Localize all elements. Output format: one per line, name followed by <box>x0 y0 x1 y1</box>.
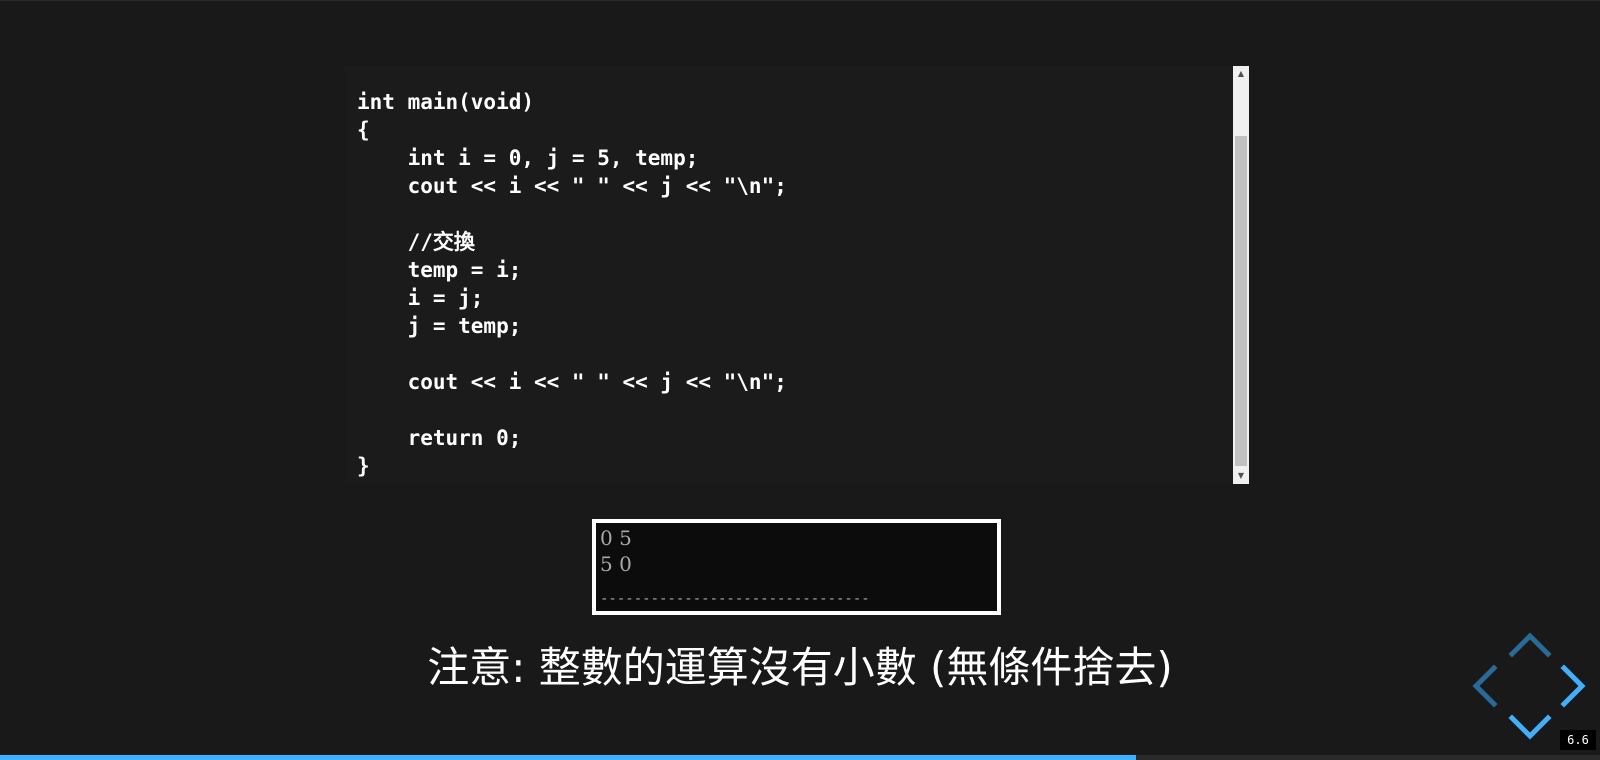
code-block: int main(void) { int i = 0, j = 5, temp;… <box>345 66 1233 484</box>
code-line: j = temp; <box>357 314 522 338</box>
nav-left-icon[interactable] <box>1472 664 1498 708</box>
nav-right-icon[interactable] <box>1560 664 1586 708</box>
top-border <box>0 0 1600 1</box>
code-line: temp = i; <box>357 258 522 282</box>
code-line: } <box>357 454 370 478</box>
note-text: 注意: 整數的運算沒有小數 (無條件捨去) <box>427 643 1173 692</box>
code-line: return 0; <box>357 426 522 450</box>
progress-fill <box>0 755 1136 760</box>
progress-bar[interactable] <box>0 755 1600 760</box>
slide-number: 6.6 <box>1560 730 1596 750</box>
code-line: { <box>357 118 370 142</box>
code-line: //交換 <box>357 230 475 254</box>
nav-down-icon[interactable] <box>1508 714 1552 740</box>
code-line: cout << i << " " << j << "\n"; <box>357 370 787 394</box>
code-text: int main(void) { int i = 0, j = 5, temp;… <box>357 88 787 480</box>
scroll-thumb[interactable] <box>1235 136 1247 466</box>
nav-up-icon[interactable] <box>1508 632 1552 658</box>
console-output: 0 55 0 -------------------------------- <box>592 519 1001 615</box>
console-separator: -------------------------------- <box>600 591 870 607</box>
code-line: int i = 0, j = 5, temp; <box>357 146 699 170</box>
code-scrollbar[interactable]: ▲ ▼ <box>1233 66 1249 484</box>
scroll-up-icon[interactable]: ▲ <box>1233 66 1249 82</box>
code-line: cout << i << " " << j << "\n"; <box>357 174 787 198</box>
code-line: int main(void) <box>357 90 535 114</box>
scroll-down-icon[interactable]: ▼ <box>1233 468 1249 484</box>
code-line: i = j; <box>357 286 484 310</box>
slide: int main(void) { int i = 0, j = 5, temp;… <box>0 0 1600 760</box>
console-line: 0 5 <box>600 526 632 550</box>
console-lines: 0 55 0 <box>600 525 632 577</box>
console-line: 5 0 <box>600 552 632 576</box>
